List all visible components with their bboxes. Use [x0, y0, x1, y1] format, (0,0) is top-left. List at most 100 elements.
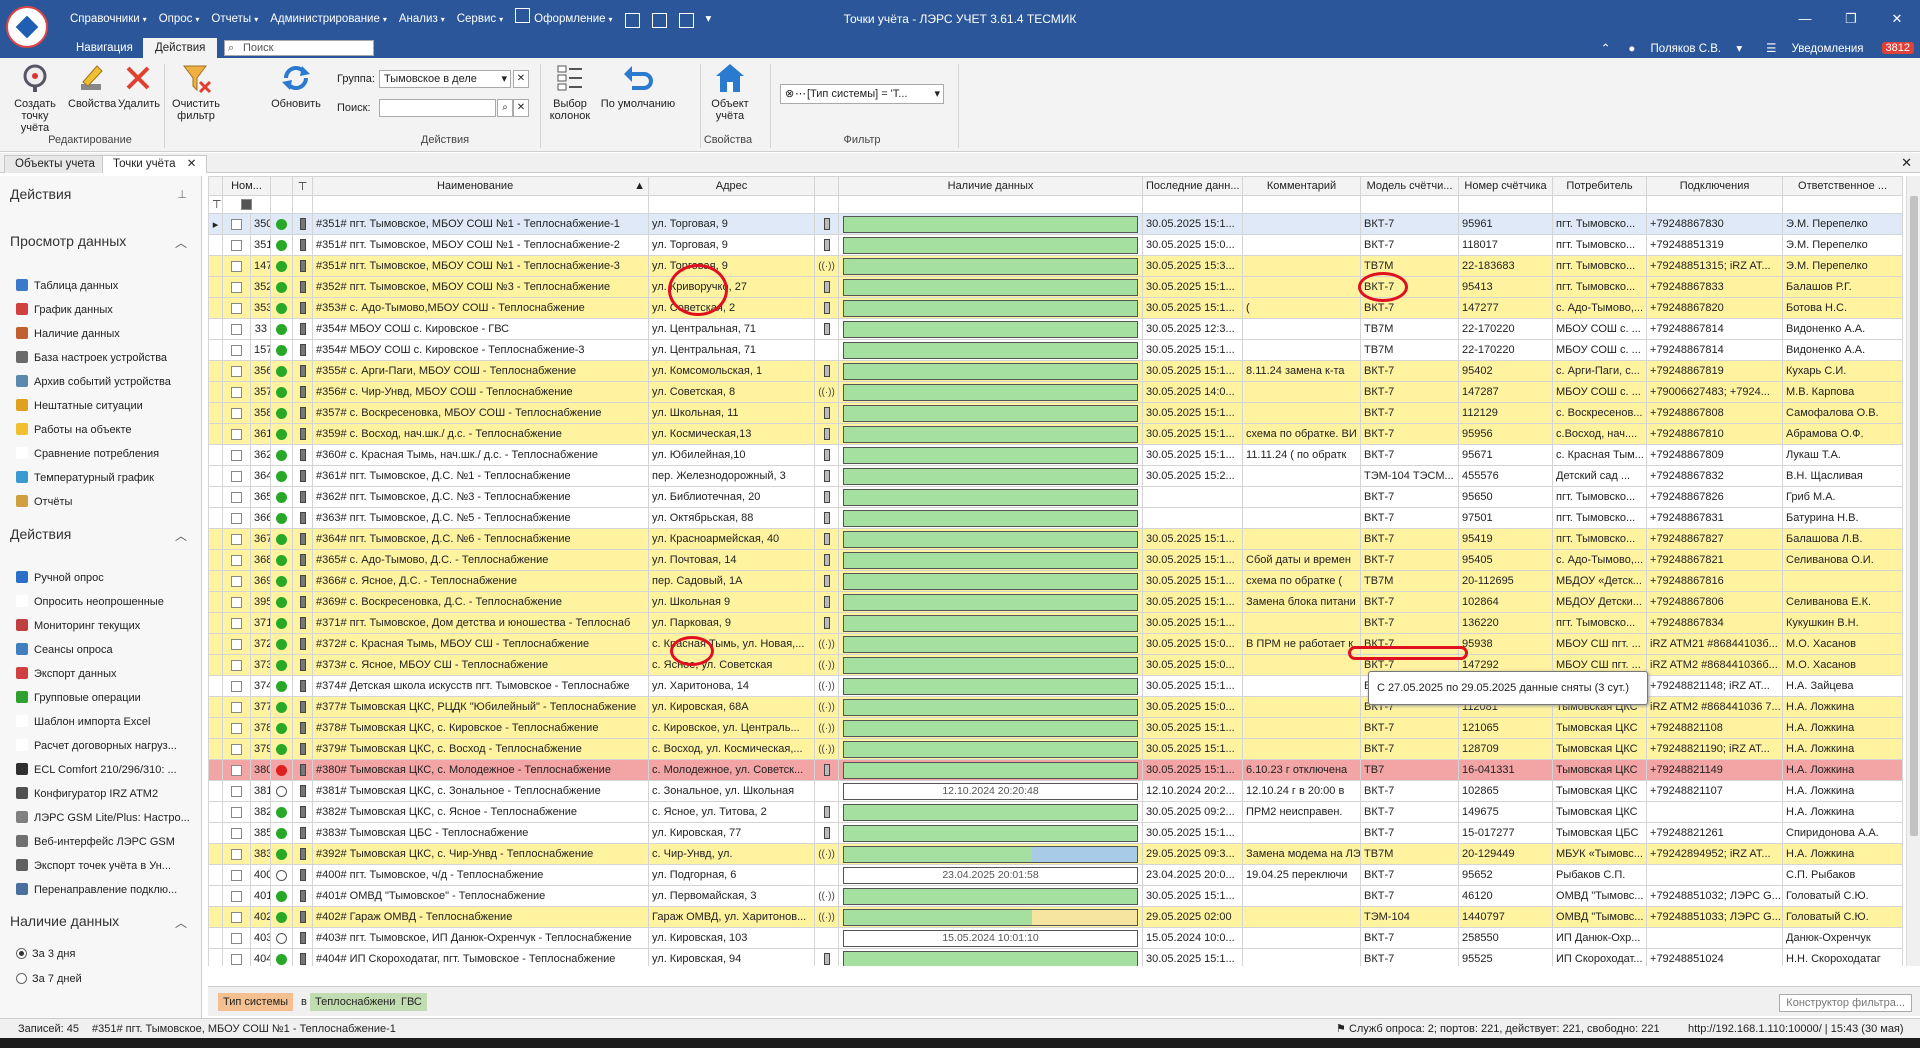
- data-availability-bar[interactable]: 23.04.2025 20:01:58: [843, 866, 1139, 884]
- filter-cell[interactable]: [648, 195, 816, 214]
- filter-cell[interactable]: [1458, 195, 1554, 214]
- table-row[interactable]: 361 #359# с. Восход, нач.шк./ д.с. - Тепл…: [208, 423, 1904, 445]
- data-availability-bar[interactable]: [843, 278, 1139, 296]
- row-checkbox[interactable]: [231, 596, 242, 608]
- row-checkbox[interactable]: [231, 701, 242, 713]
- panel-item[interactable]: Опросить неопрошенные: [16, 592, 196, 612]
- choose-columns-button[interactable]: Выбор колонок: [544, 62, 596, 122]
- row-checkbox[interactable]: [231, 407, 242, 419]
- user-menu[interactable]: ● Поляков С.В. ▾: [1622, 41, 1748, 55]
- table-row[interactable]: 351 #351# пгт. Тымовское, МБОУ СОШ №1 - Т…: [208, 234, 1904, 256]
- col-connection[interactable]: [814, 176, 840, 196]
- data-availability-bar[interactable]: [843, 572, 1139, 590]
- table-row[interactable]: 362 #360# с. Красная Тымь, нач.шк./ д.с. …: [208, 444, 1904, 466]
- properties-button[interactable]: Свойства: [68, 62, 116, 110]
- data-availability-bar[interactable]: [843, 467, 1139, 485]
- filter-dropdown-icon[interactable]: ▾: [934, 85, 940, 103]
- row-checkbox[interactable]: [231, 554, 242, 566]
- data-availability-bar[interactable]: [843, 425, 1139, 443]
- panel-item[interactable]: База настроек устройства: [16, 348, 196, 368]
- print-icon[interactable]: [678, 12, 694, 28]
- table-row[interactable]: 365 #362# пгт. Тымовское, Д.С. №3 - Тепло…: [208, 486, 1904, 508]
- row-checkbox[interactable]: [231, 722, 242, 734]
- group-clear-button[interactable]: ✕: [513, 70, 529, 88]
- filter-cell[interactable]: [1646, 195, 1784, 214]
- clear-filter-button[interactable]: Очистить фильтр: [168, 62, 224, 122]
- table-row[interactable]: 364 #361# пгт. Тымовское, Д.С. №1 - Тепло…: [208, 465, 1904, 487]
- ribbon-search-button[interactable]: ⌕: [497, 99, 513, 117]
- data-availability-bar[interactable]: [843, 551, 1139, 569]
- panel-item[interactable]: Нештатные ситуации: [16, 396, 196, 416]
- data-availability-bar[interactable]: [843, 656, 1139, 674]
- row-checkbox[interactable]: [231, 680, 242, 692]
- data-availability-bar[interactable]: [843, 614, 1139, 632]
- data-availability-bar[interactable]: [843, 824, 1139, 842]
- data-availability-bar[interactable]: [843, 509, 1139, 527]
- data-availability-bar[interactable]: [843, 257, 1139, 275]
- panel-item[interactable]: Ручной опрос: [16, 568, 196, 588]
- menu-admin[interactable]: Администрирование ▾: [264, 0, 393, 38]
- row-checkbox[interactable]: [231, 575, 242, 587]
- data-availability-bar[interactable]: [843, 803, 1139, 821]
- grid-vertical-scrollbar[interactable]: [1906, 176, 1920, 966]
- panel-item[interactable]: Перенаправление подклю...: [16, 880, 196, 900]
- table-row[interactable]: 352 #352# пгт. Тымовское, МБОУ СОШ №3 - Т…: [208, 276, 1904, 298]
- col-filter[interactable]: ⊤: [292, 176, 314, 196]
- tab-objects[interactable]: Объекты учета: [4, 155, 106, 173]
- row-checkbox[interactable]: [231, 533, 242, 545]
- table-row[interactable]: 378 #378# Тымовская ЦКС, с. Кировское - Т…: [208, 717, 1904, 739]
- row-checkbox[interactable]: [231, 638, 242, 650]
- col-address[interactable]: Адрес: [648, 176, 816, 196]
- create-point-button[interactable]: Создать точку учёта: [6, 62, 64, 134]
- panel-item[interactable]: Конфигуратор IRZ ATM2: [16, 784, 196, 804]
- row-checkbox[interactable]: [231, 491, 242, 503]
- table-row[interactable]: 382 #382# Тымовская ЦКС, с. Ясное - Тепло…: [208, 801, 1904, 823]
- table-row[interactable]: 395 #369# с. Воскресеновка, Д.С. - Теплос…: [208, 591, 1904, 613]
- row-checkbox[interactable]: [231, 890, 242, 902]
- panel-item[interactable]: Наличие данных: [16, 324, 196, 344]
- accounting-object-button[interactable]: Объект учёта: [704, 62, 756, 122]
- row-checkbox[interactable]: [231, 386, 242, 398]
- radio-7-days[interactable]: За 7 дней: [16, 973, 82, 985]
- filter-value-token[interactable]: Теплоснабжение: [310, 993, 407, 1011]
- notifications-button[interactable]: ☰ Уведомления: [1760, 41, 1869, 55]
- row-checkbox[interactable]: [231, 302, 242, 314]
- table-row[interactable]: 357 #356# с. Чир-Унвд, МБОУ СОШ - Теплосн…: [208, 381, 1904, 403]
- filter-field-token[interactable]: Тип системы: [218, 993, 294, 1011]
- menu-service[interactable]: Сервис ▾: [451, 0, 509, 38]
- save-icon[interactable]: [651, 12, 667, 28]
- app-logo[interactable]: [6, 6, 48, 48]
- data-availability-bar[interactable]: [843, 698, 1139, 716]
- data-availability-bar[interactable]: [843, 887, 1139, 905]
- menu-analysis[interactable]: Анализ ▾: [393, 0, 451, 38]
- table-row[interactable]: 356 #355# с. Арги-Паги, МБОУ СОШ - Теплос…: [208, 360, 1904, 382]
- panel-item[interactable]: ЛЭРС GSM Lite/Plus: Настро...: [16, 808, 196, 828]
- group-select[interactable]: Тымовское в деле ▾: [379, 70, 511, 88]
- panel-item[interactable]: Отчёты: [16, 492, 196, 512]
- panel-item[interactable]: Экспорт точек учёта в Ун...: [16, 856, 196, 876]
- filter-cell[interactable]: [1242, 195, 1362, 214]
- refresh-button[interactable]: Обновить: [270, 62, 322, 110]
- col-meter-model[interactable]: Модель счётчи...: [1360, 176, 1460, 196]
- row-checkbox[interactable]: [231, 512, 242, 524]
- table-row[interactable]: 400 #400# пгт. Тымовское, ч/д - Теплоснаб…: [208, 864, 1904, 886]
- menu-handbooks[interactable]: Справочники ▾: [64, 0, 153, 38]
- close-all-tabs-icon[interactable]: ✕: [1901, 155, 1912, 171]
- table-row[interactable]: 157 #354# МБОУ СОШ с. Кировское - Теплосн…: [208, 339, 1904, 361]
- data-availability-bar[interactable]: [843, 593, 1139, 611]
- table-row[interactable]: 402 #402# Гараж ОМВД - ТеплоснабжениеГара…: [208, 906, 1904, 928]
- ribbon-search-input[interactable]: [379, 99, 496, 117]
- filter-cell[interactable]: [312, 195, 650, 214]
- table-row[interactable]: 369 #366# с. Ясное, Д.С. - Теплоснабжение…: [208, 570, 1904, 592]
- close-button[interactable]: ✕: [1874, 0, 1920, 38]
- data-availability-bar[interactable]: 12.10.2024 20:20:48: [843, 782, 1139, 800]
- panel-item[interactable]: Таблица данных: [16, 276, 196, 296]
- table-row[interactable]: 371 #371# пгт. Тымовское, Дом детства и ю…: [208, 612, 1904, 634]
- table-row[interactable]: 33 #354# МБОУ СОШ с. Кировское - ГВС ул. Ц…: [208, 318, 1904, 340]
- table-row[interactable]: 368 #365# с. Адо-Тымово, Д.С. - Теплоснаб…: [208, 549, 1904, 571]
- table-row[interactable]: 366 #363# пгт. Тымовское, Д.С. №5 - Тепло…: [208, 507, 1904, 529]
- table-row[interactable]: 373 #373# с. Ясное, МБОУ СШ - Теплоснабже…: [208, 654, 1904, 676]
- data-availability-bar[interactable]: [843, 740, 1139, 758]
- filter-value-token[interactable]: ГВС: [396, 993, 427, 1011]
- data-availability-bar[interactable]: [843, 635, 1139, 653]
